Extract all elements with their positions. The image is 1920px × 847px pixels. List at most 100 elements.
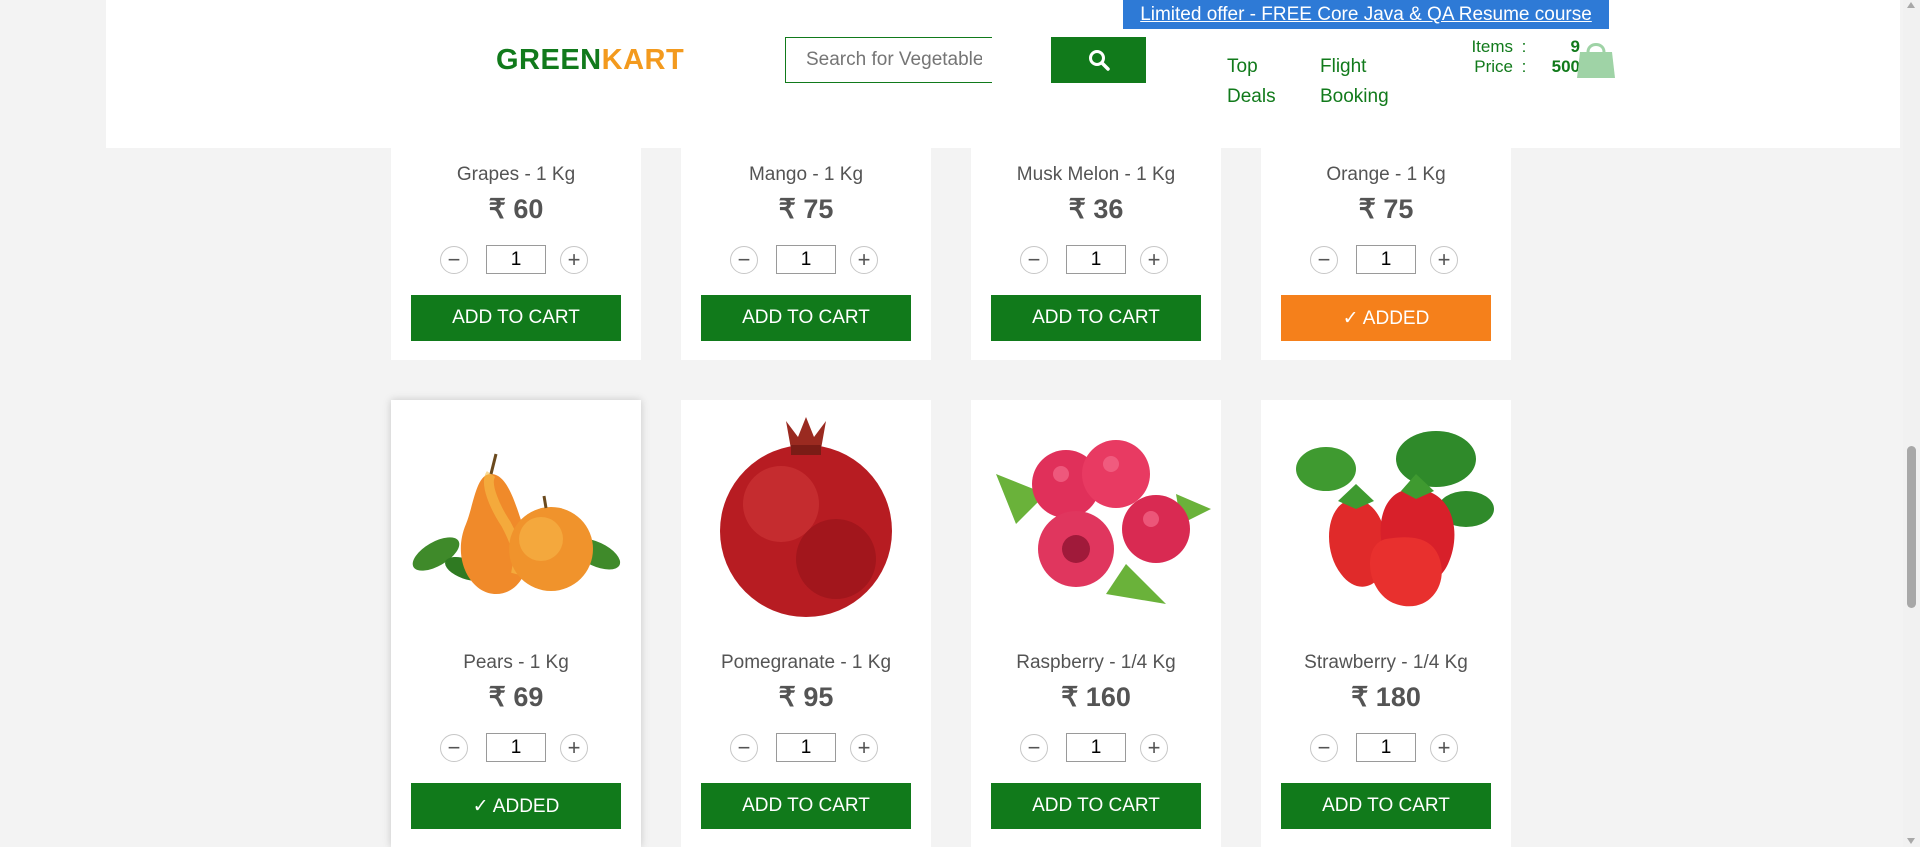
plus-icon: +	[567, 247, 581, 272]
increment-button[interactable]: +	[560, 734, 588, 762]
cart-separator: :	[1521, 37, 1527, 56]
product-name: Grapes - 1 Kg	[456, 164, 576, 185]
product-name: Orange - 1 Kg	[1326, 164, 1446, 185]
product-price: ₹ 75	[1358, 194, 1414, 224]
quantity-input[interactable]	[776, 733, 836, 762]
nav-flight-booking-line1: Flight	[1320, 56, 1367, 77]
scroll-up-arrow-icon[interactable]	[1907, 2, 1915, 8]
increment-button[interactable]: +	[850, 246, 878, 274]
nav-top-deals-line1: Top	[1227, 56, 1258, 77]
strawberry-image	[1261, 400, 1511, 628]
product-card-raspberry: Raspberry - 1/4 Kg ₹ 160 − + ADD TO CART	[971, 400, 1221, 847]
quantity-input[interactable]	[1066, 733, 1126, 762]
increment-button[interactable]: +	[850, 734, 878, 762]
cart-price-row: Price : 500	[1451, 57, 1580, 77]
product-card-pomegranate: Pomegranate - 1 Kg ₹ 95 − + ADD TO CART	[681, 400, 931, 847]
scrollbar-thumb[interactable]	[1907, 446, 1916, 608]
logo[interactable]: GREENKART	[496, 44, 684, 77]
pomegranate-image	[681, 400, 931, 628]
nav-flight-booking[interactable]: Flight Booking	[1320, 52, 1389, 112]
add-to-cart-button[interactable]: ADD TO CART	[1281, 783, 1491, 829]
cart-items-row: Items : 9	[1451, 37, 1580, 57]
pears-image	[391, 400, 641, 628]
scrollbar[interactable]	[1903, 0, 1920, 847]
product-price: ₹ 95	[778, 682, 834, 712]
search-button[interactable]	[1051, 37, 1146, 83]
cart-price-label: Price	[1474, 57, 1513, 76]
add-to-cart-button[interactable]: ADD TO CART	[411, 295, 621, 341]
quantity-input[interactable]	[486, 245, 546, 274]
decrement-button[interactable]: −	[1020, 246, 1048, 274]
limited-offer-banner[interactable]: Limited offer - FREE Core Java & QA Resu…	[1123, 0, 1609, 29]
logo-orange-text: KART	[601, 44, 685, 76]
product-price: ₹ 69	[488, 682, 544, 712]
product-card-pears: Pears - 1 Kg ₹ 69 − + ✓ ADDED	[391, 400, 641, 847]
add-to-cart-button[interactable]: ADD TO CART	[701, 783, 911, 829]
logo-green-text: GREEN	[496, 44, 602, 76]
decrement-button[interactable]: −	[1020, 734, 1048, 762]
product-name: Strawberry - 1/4 Kg	[1304, 652, 1468, 673]
added-button[interactable]: ✓ ADDED	[1281, 295, 1491, 341]
decrement-button[interactable]: −	[1310, 734, 1338, 762]
cart-summary: Items : 9 Price : 500	[1451, 37, 1580, 77]
minus-icon: −	[1027, 247, 1041, 272]
plus-icon: +	[857, 247, 871, 272]
product-name: Mango - 1 Kg	[748, 164, 864, 185]
shopping-bag-icon[interactable]	[1576, 38, 1616, 85]
add-to-cart-button[interactable]: ADD TO CART	[701, 295, 911, 341]
product-price: ₹ 180	[1351, 682, 1421, 712]
minus-icon: −	[737, 247, 751, 272]
minus-icon: −	[1317, 247, 1331, 272]
plus-icon: +	[857, 735, 871, 760]
quantity-input[interactable]	[1066, 245, 1126, 274]
quantity-input[interactable]	[486, 733, 546, 762]
quantity-input[interactable]	[1356, 245, 1416, 274]
add-to-cart-button[interactable]: ADD TO CART	[991, 295, 1201, 341]
minus-icon: −	[447, 247, 461, 272]
plus-icon: +	[567, 735, 581, 760]
product-price: ₹ 60	[488, 194, 544, 224]
decrement-button[interactable]: −	[730, 246, 758, 274]
decrement-button[interactable]: −	[440, 734, 468, 762]
quantity-input[interactable]	[776, 245, 836, 274]
minus-icon: −	[447, 735, 461, 760]
decrement-button[interactable]: −	[440, 246, 468, 274]
increment-button[interactable]: +	[1140, 246, 1168, 274]
increment-button[interactable]: +	[560, 246, 588, 274]
scroll-down-arrow-icon[interactable]	[1907, 838, 1915, 844]
product-card-strawberry: Strawberry - 1/4 Kg ₹ 180 − + ADD TO CAR…	[1261, 400, 1511, 847]
search-icon	[1088, 50, 1110, 71]
increment-button[interactable]: +	[1430, 246, 1458, 274]
cart-separator: :	[1521, 57, 1527, 76]
minus-icon: −	[1317, 735, 1331, 760]
search-input[interactable]	[785, 37, 992, 83]
nav-top-deals-line2: Deals	[1227, 86, 1276, 107]
cart-items-label: Items	[1471, 37, 1513, 56]
site-header: GREENKART Top Deals Flight Booking Items…	[106, 0, 1900, 148]
plus-icon: +	[1437, 247, 1451, 272]
quantity-input[interactable]	[1356, 733, 1416, 762]
nav-flight-booking-line2: Booking	[1320, 86, 1389, 107]
product-name: Raspberry - 1/4 Kg	[1016, 652, 1176, 673]
product-name: Pears - 1 Kg	[463, 652, 569, 673]
plus-icon: +	[1147, 247, 1161, 272]
product-price: ₹ 36	[1068, 194, 1124, 224]
increment-button[interactable]: +	[1140, 734, 1168, 762]
raspberry-image	[971, 400, 1221, 628]
product-price: ₹ 160	[1061, 682, 1131, 712]
add-to-cart-button[interactable]: ADD TO CART	[991, 783, 1201, 829]
cart-price-total: 500	[1551, 57, 1580, 76]
decrement-button[interactable]: −	[1310, 246, 1338, 274]
increment-button[interactable]: +	[1430, 734, 1458, 762]
product-name: Pomegranate - 1 Kg	[720, 652, 892, 673]
product-name: Musk Melon - 1 Kg	[1016, 164, 1176, 185]
cart-items-count: 9	[1570, 37, 1580, 56]
added-button[interactable]: ✓ ADDED	[411, 783, 621, 829]
plus-icon: +	[1147, 735, 1161, 760]
product-price: ₹ 75	[778, 194, 834, 224]
minus-icon: −	[737, 735, 751, 760]
minus-icon: −	[1027, 735, 1041, 760]
decrement-button[interactable]: −	[730, 734, 758, 762]
nav-top-deals[interactable]: Top Deals	[1227, 52, 1276, 112]
plus-icon: +	[1437, 735, 1451, 760]
